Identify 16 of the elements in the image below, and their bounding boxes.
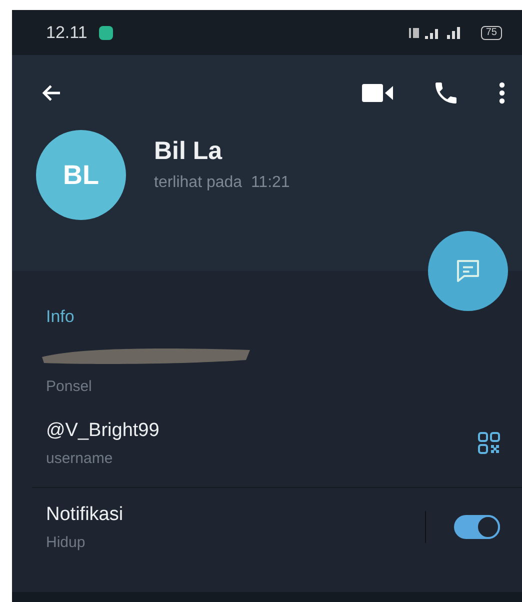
section-title: Info: [45, 307, 76, 328]
qr-code-icon[interactable]: [478, 432, 500, 454]
more-options-icon[interactable]: [498, 80, 506, 104]
notification-icon: [99, 26, 114, 40]
avatar[interactable]: BL: [36, 130, 126, 220]
setting-status: Hidup: [46, 534, 86, 550]
field-label: Ponsel: [46, 378, 93, 394]
battery-icon: 75: [480, 26, 502, 40]
field-label: username: [46, 450, 114, 466]
video-camera-icon[interactable]: [362, 82, 394, 102]
toggle-switch[interactable]: [454, 515, 500, 539]
last-seen-text: terlihat pada 11:21: [154, 174, 290, 192]
setting-title: Notifikasi: [46, 504, 124, 526]
username-value: @V_Bright99: [46, 420, 160, 442]
clock: 12.11: [46, 22, 88, 42]
contact-name: Bil La: [154, 136, 224, 166]
